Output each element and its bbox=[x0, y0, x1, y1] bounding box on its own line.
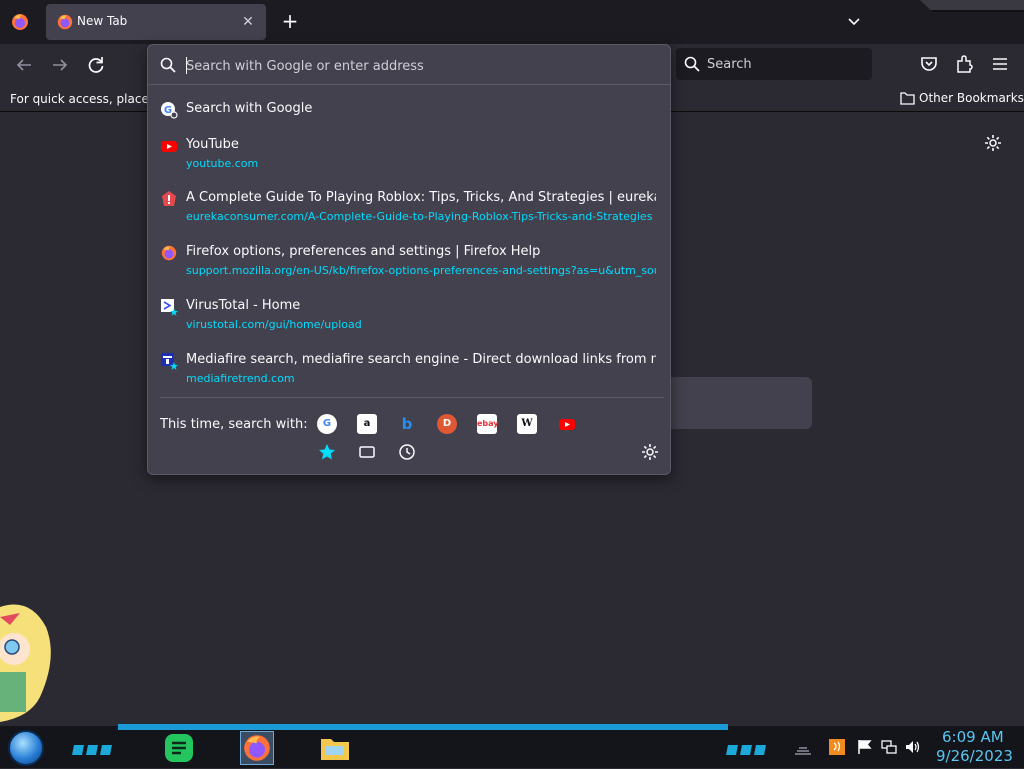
bookmarks-star-icon[interactable] bbox=[317, 442, 337, 462]
duckduckgo-engine-icon[interactable]: D bbox=[437, 414, 457, 434]
tab-new-tab[interactable]: New Tab ✕ bbox=[46, 4, 266, 40]
result-url: eurekaconsumer.com/A-Complete-Guide-to-P… bbox=[186, 210, 653, 223]
divider bbox=[160, 397, 664, 398]
google-search-icon: G bbox=[160, 101, 178, 119]
pocket-icon[interactable] bbox=[918, 53, 940, 75]
virustotal-icon bbox=[160, 298, 178, 316]
list-all-tabs-button[interactable] bbox=[842, 10, 866, 34]
java-tray-icon[interactable] bbox=[828, 738, 846, 756]
result-url: virustotal.com/gui/home/upload bbox=[186, 318, 362, 331]
youtube-engine-icon[interactable] bbox=[557, 414, 577, 434]
taskbar-decoration bbox=[726, 740, 770, 755]
network-bars-icon[interactable] bbox=[794, 738, 812, 756]
folder-icon bbox=[900, 92, 915, 105]
result-row[interactable]: G Search with Google bbox=[148, 101, 670, 121]
search-settings-gear-icon[interactable] bbox=[640, 442, 660, 462]
result-title: Firefox options, preferences and setting… bbox=[186, 244, 541, 259]
firefox-view-icon[interactable] bbox=[10, 12, 30, 32]
result-title: VirusTotal - Home bbox=[186, 298, 301, 313]
bing-engine-icon[interactable]: b bbox=[397, 414, 417, 434]
tabs-icon[interactable] bbox=[357, 442, 377, 462]
search-bar-label: Search bbox=[707, 57, 752, 72]
eureka-icon bbox=[160, 190, 178, 208]
result-row[interactable]: A Complete Guide To Playing Roblox: Tips… bbox=[148, 190, 670, 226]
result-url: support.mozilla.org/en-US/kb/firefox-opt… bbox=[186, 264, 656, 277]
urlbar-popup: G Search with Google YouTube youtube.com… bbox=[147, 44, 671, 475]
firefox-taskbar-icon[interactable] bbox=[240, 731, 274, 765]
history-clock-icon[interactable] bbox=[397, 442, 417, 462]
text-caret bbox=[186, 57, 187, 74]
menu-icon[interactable] bbox=[989, 53, 1011, 75]
extensions-icon[interactable] bbox=[954, 53, 976, 75]
volume-icon[interactable] bbox=[904, 738, 922, 756]
clock-time[interactable]: 6:09 AM bbox=[942, 728, 1004, 746]
search-icon bbox=[684, 56, 700, 72]
search-bar[interactable]: Search bbox=[676, 48, 872, 80]
forward-button[interactable] bbox=[48, 53, 72, 77]
youtube-icon bbox=[160, 137, 178, 155]
ntp-search-box[interactable] bbox=[650, 377, 812, 429]
back-button[interactable] bbox=[12, 53, 36, 77]
taskbar-decoration bbox=[72, 740, 116, 755]
result-row[interactable]: Firefox options, preferences and setting… bbox=[148, 244, 670, 280]
taskbar-accent-strip bbox=[118, 724, 728, 730]
mediafiretrend-icon bbox=[160, 352, 178, 370]
urlbar-input-row bbox=[148, 45, 670, 85]
firefox-icon bbox=[160, 244, 178, 262]
tab-title: New Tab bbox=[77, 14, 128, 28]
start-button[interactable] bbox=[8, 730, 44, 766]
notes-app-icon[interactable] bbox=[162, 731, 196, 765]
desktop-mascot-image bbox=[0, 597, 56, 725]
action-center-flag-icon[interactable] bbox=[856, 738, 874, 756]
tab-bar: New Tab ✕ + bbox=[0, 0, 1024, 44]
google-engine-icon[interactable]: G bbox=[317, 414, 337, 434]
other-bookmarks-button[interactable]: Other Bookmarks bbox=[900, 91, 1024, 105]
result-url: youtube.com bbox=[186, 157, 259, 170]
result-row[interactable]: VirusTotal - Home virustotal.com/gui/hom… bbox=[148, 298, 670, 334]
result-title: Mediafire search, mediafire search engin… bbox=[186, 352, 656, 367]
personalize-gear-icon[interactable] bbox=[983, 133, 1003, 153]
result-title: A Complete Guide To Playing Roblox: Tips… bbox=[186, 190, 656, 205]
result-row[interactable]: YouTube youtube.com bbox=[148, 137, 670, 173]
result-row[interactable]: Mediafire search, mediafire search engin… bbox=[148, 352, 670, 388]
url-input[interactable] bbox=[186, 55, 656, 77]
firefox-icon bbox=[56, 13, 74, 31]
amazon-engine-icon[interactable]: a bbox=[357, 414, 377, 434]
window-frame-decoration bbox=[920, 0, 1024, 12]
search-icon bbox=[160, 57, 176, 73]
reload-button[interactable] bbox=[84, 53, 108, 77]
ebay-engine-icon[interactable]: ebay bbox=[477, 414, 499, 434]
other-bookmarks-label: Other Bookmarks bbox=[919, 91, 1024, 105]
clock-date[interactable]: 9/26/2023 bbox=[936, 747, 1013, 765]
one-off-search-label: This time, search with: bbox=[160, 417, 308, 432]
result-title: Search with Google bbox=[186, 101, 313, 116]
result-title: YouTube bbox=[186, 137, 239, 152]
wikipedia-engine-icon[interactable]: W bbox=[517, 414, 537, 434]
new-tab-button[interactable]: + bbox=[278, 10, 302, 34]
bookmarks-hint: For quick access, place yo bbox=[10, 92, 148, 106]
network-icon[interactable] bbox=[880, 738, 898, 756]
close-tab-icon[interactable]: ✕ bbox=[238, 12, 258, 32]
file-explorer-icon[interactable] bbox=[318, 731, 352, 765]
result-url: mediafiretrend.com bbox=[186, 372, 295, 385]
